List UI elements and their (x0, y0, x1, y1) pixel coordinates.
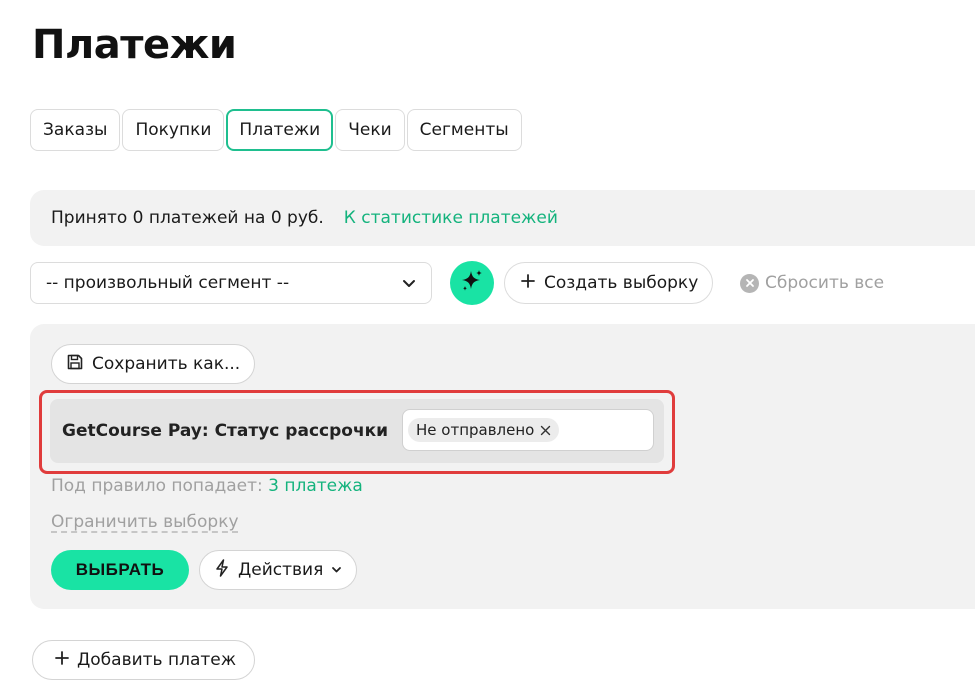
lightning-icon (214, 558, 230, 582)
segment-select-value: -- произвольный сегмент -- (46, 273, 290, 293)
sparkle-icon (458, 267, 486, 299)
condition-label: GetCourse Pay: Статус рассрочки (62, 421, 389, 441)
payment-stats-summary: Принято 0 платежей на 0 руб. (51, 208, 324, 228)
create-selection-button[interactable]: Создать выборку (504, 262, 714, 304)
filter-toolbar: -- произвольный сегмент -- Создать выбор… (30, 261, 975, 305)
condition-value-input[interactable]: Не отправлено (402, 409, 654, 451)
ai-assistant-button[interactable] (450, 261, 494, 305)
reset-all-label: Сбросить все (765, 273, 885, 293)
condition-chip: Не отправлено (408, 418, 560, 442)
payment-stats-link[interactable]: К статистике платежей (344, 208, 558, 228)
tab-segments[interactable]: Сегменты (406, 109, 522, 151)
rule-count: Под правило попадает: 3 платежа (51, 476, 363, 496)
rule-count-prefix: Под правило попадает: (51, 476, 263, 496)
actions-button[interactable]: Действия (199, 550, 358, 590)
chevron-down-icon (331, 560, 342, 580)
select-button[interactable]: ВЫБРАТЬ (51, 550, 189, 590)
actions-label: Действия (238, 560, 324, 580)
add-payment-label: Добавить платеж (77, 650, 237, 670)
reset-all-link[interactable]: Сбросить все (740, 262, 884, 304)
plus-icon (55, 650, 69, 670)
close-icon[interactable] (540, 425, 551, 436)
tabs: Заказы Покупки Платежи Чеки Сегменты (30, 109, 522, 151)
create-selection-label: Создать выборку (544, 273, 699, 293)
tab-receipts[interactable]: Чеки (335, 109, 405, 151)
plus-icon (521, 273, 535, 293)
save-as-label: Сохранить как... (92, 354, 241, 374)
tab-orders[interactable]: Заказы (30, 109, 121, 151)
tab-purchases[interactable]: Покупки (122, 109, 225, 151)
filter-condition: GetCourse Pay: Статус рассрочки Не отпра… (50, 399, 664, 463)
payment-stats-bar: Принято 0 платежей на 0 руб. К статистик… (30, 190, 975, 246)
add-payment-button[interactable]: Добавить платеж (32, 640, 256, 680)
close-circle-icon (740, 273, 759, 293)
condition-chip-label: Не отправлено (416, 421, 535, 439)
chevron-down-icon (401, 275, 417, 296)
payments-page: Платежи Заказы Покупки Платежи Чеки Сегм… (0, 0, 975, 690)
tab-payments[interactable]: Платежи (226, 109, 334, 151)
limit-selection-link[interactable]: Ограничить выборку (51, 512, 239, 532)
filter-panel: Сохранить как... GetCourse Pay: Статус р… (30, 324, 975, 609)
floppy-disk-icon (66, 353, 84, 376)
save-as-button[interactable]: Сохранить как... (51, 344, 256, 384)
page-title: Платежи (32, 22, 237, 68)
rule-count-link[interactable]: 3 платежа (268, 476, 363, 496)
segment-select[interactable]: -- произвольный сегмент -- (30, 262, 432, 304)
